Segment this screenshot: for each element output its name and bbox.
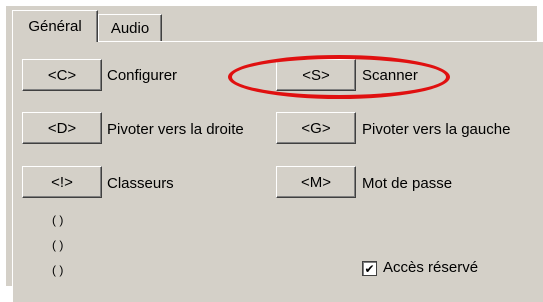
configure-key: <C> xyxy=(47,66,77,84)
configure-label: Configurer xyxy=(107,67,178,84)
rotate-right-key: <D> xyxy=(47,119,77,137)
tab-general-label: Général xyxy=(28,18,82,35)
restricted-access-label: Accès réservé xyxy=(383,259,479,276)
tab-audio-label: Audio xyxy=(110,19,150,37)
password-label: Mot de passe xyxy=(362,175,453,192)
rotate-right-label: Pivoter vers la droite xyxy=(107,121,244,138)
rotate-left-button[interactable]: <G> xyxy=(276,112,356,144)
highlight-ellipse xyxy=(228,55,450,99)
empty-slot-3: ( ) xyxy=(52,263,64,277)
rotate-left-key: <G> xyxy=(301,119,331,137)
checkmark-icon: ✔ xyxy=(364,261,375,276)
restricted-access-checkbox[interactable]: ✔ xyxy=(362,261,377,276)
rotate-right-button[interactable]: <D> xyxy=(22,112,102,144)
empty-slot-2: ( ) xyxy=(52,238,64,252)
configure-button[interactable]: <C> xyxy=(22,59,102,91)
binders-key: <!> xyxy=(51,173,73,191)
password-key: <M> xyxy=(300,173,331,191)
binders-button[interactable]: <!> xyxy=(22,166,102,198)
rotate-left-label: Pivoter vers la gauche xyxy=(362,121,511,138)
binders-label: Classeurs xyxy=(107,175,174,192)
tab-general[interactable]: Général xyxy=(12,10,98,42)
empty-slot-1: ( ) xyxy=(52,213,64,227)
password-button[interactable]: <M> xyxy=(276,166,356,198)
tab-audio[interactable]: Audio xyxy=(98,14,162,41)
